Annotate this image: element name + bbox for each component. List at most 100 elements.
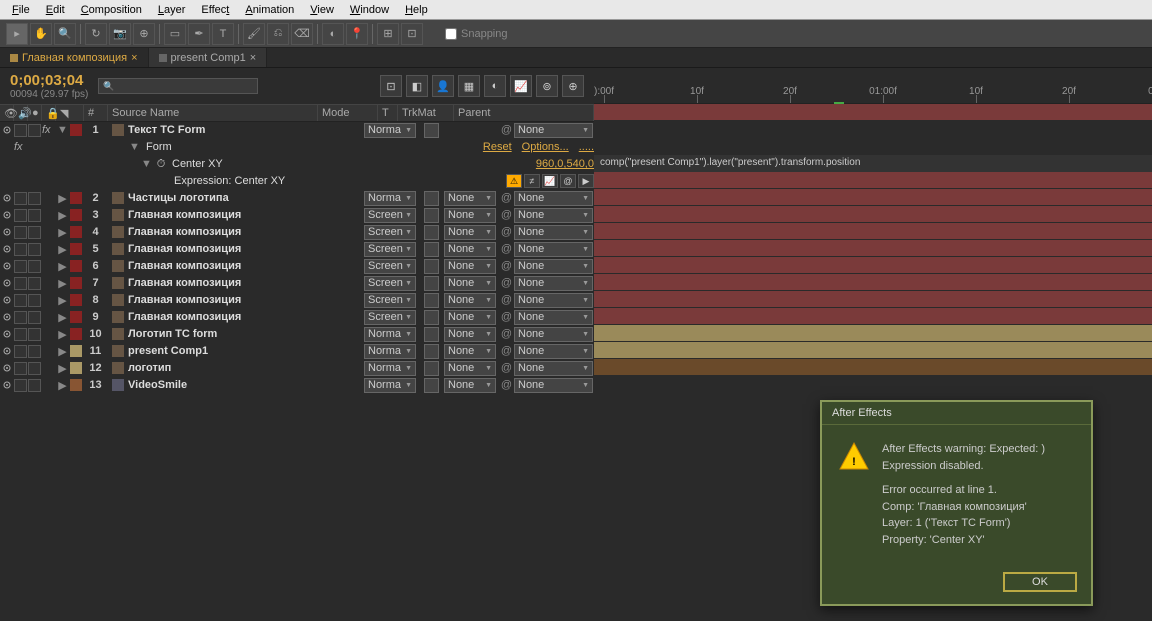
blend-mode-dropdown[interactable]: Norma▼ <box>364 191 416 206</box>
menu-effect[interactable]: Effect <box>193 2 237 18</box>
rect-tool[interactable]: ▭ <box>164 23 186 45</box>
layer-duration-bar[interactable] <box>594 291 1152 307</box>
lock-toggle[interactable] <box>42 190 56 206</box>
visibility-toggle[interactable] <box>0 343 14 359</box>
layer-name[interactable]: Главная композиция <box>108 241 364 257</box>
brain-button[interactable]: ⊚ <box>536 75 558 97</box>
ok-button[interactable]: OK <box>1003 572 1077 592</box>
layer-row[interactable]: ▶ 13 VideoSmile Norma▼ None▼ @ None▼ <box>0 377 594 394</box>
layer-row[interactable]: fx ▼ 1 Текст TC Form Norma▼ @ None▼ <box>0 122 594 139</box>
trkmat-dropdown[interactable]: None▼ <box>444 344 496 359</box>
trkmat-dropdown[interactable]: None▼ <box>444 259 496 274</box>
source-col-header[interactable]: Source Name <box>108 105 318 121</box>
twirl-icon[interactable]: ▶ <box>56 360 70 376</box>
clone-tool[interactable]: ⎌ <box>267 23 289 45</box>
twirl-icon[interactable]: ▶ <box>56 343 70 359</box>
eye-col-header[interactable]: 👁 <box>0 105 14 121</box>
solo-col-header[interactable]: ● <box>28 105 42 121</box>
trkmat-col-header[interactable]: TrkMat <box>398 105 454 121</box>
preserve-transparency[interactable] <box>424 327 439 342</box>
visibility-toggle[interactable] <box>0 377 14 393</box>
snapping-checkbox[interactable] <box>445 28 457 40</box>
menu-view[interactable]: View <box>302 2 342 18</box>
shy-button[interactable]: 👤 <box>432 75 454 97</box>
hand-tool[interactable]: ✋ <box>30 23 52 45</box>
visibility-toggle[interactable] <box>0 190 14 206</box>
lock-toggle[interactable] <box>42 326 56 342</box>
lock-col-header[interactable]: 🔒 <box>42 105 56 121</box>
reset-link[interactable]: Reset <box>483 141 512 153</box>
parent-dropdown[interactable]: None▼ <box>514 361 593 376</box>
num-col-header[interactable]: # <box>84 105 108 121</box>
roto-tool[interactable]: ◐ <box>322 23 344 45</box>
lock-toggle[interactable] <box>42 241 56 257</box>
label-color[interactable] <box>70 124 82 136</box>
menu-composition[interactable]: Composition <box>73 2 150 18</box>
label-color[interactable] <box>70 294 82 306</box>
trkmat-dropdown[interactable]: None▼ <box>444 293 496 308</box>
parent-dropdown[interactable]: None▼ <box>514 276 593 291</box>
layer-name[interactable]: Текст TC Form <box>108 122 364 138</box>
label-color[interactable] <box>70 311 82 323</box>
trkmat-dropdown[interactable]: None▼ <box>444 361 496 376</box>
menu-edit[interactable]: Edit <box>38 2 73 18</box>
visibility-toggle[interactable] <box>0 292 14 308</box>
layer-name[interactable]: VideoSmile <box>108 377 364 393</box>
blend-mode-dropdown[interactable]: Norma▼ <box>364 327 416 342</box>
layer-duration-bar[interactable] <box>594 223 1152 239</box>
selection-tool[interactable]: ▸ <box>6 23 28 45</box>
twirl-icon[interactable]: ▼ <box>140 156 154 172</box>
expression-text-field[interactable]: comp("present Comp1").layer("present").t… <box>594 155 1152 172</box>
graph-editor-button[interactable]: 📈 <box>510 75 532 97</box>
preserve-transparency[interactable] <box>424 344 439 359</box>
label-color[interactable] <box>70 345 82 357</box>
menu-layer[interactable]: Layer <box>150 2 194 18</box>
blend-mode-dropdown[interactable]: Screen▼ <box>364 259 416 274</box>
layer-duration-bar[interactable] <box>594 257 1152 273</box>
trkmat-dropdown[interactable]: None▼ <box>444 242 496 257</box>
layer-row[interactable]: ▶ 2 Частицы логотипа Norma▼ None▼ @ None… <box>0 190 594 207</box>
mode-col-header[interactable]: Mode <box>318 105 378 121</box>
pickwhip-icon[interactable]: @ <box>500 276 514 290</box>
layer-name[interactable]: Логотип TC form <box>108 326 364 342</box>
pickwhip-icon[interactable]: @ <box>500 208 514 222</box>
search-input[interactable]: 🔍 <box>98 78 258 94</box>
trkmat-dropdown[interactable]: None▼ <box>444 276 496 291</box>
blend-mode-dropdown[interactable]: Norma▼ <box>364 123 416 138</box>
layer-row[interactable]: ▶ 11 present Comp1 Norma▼ None▼ @ None▼ <box>0 343 594 360</box>
solo-toggle[interactable] <box>28 277 41 290</box>
layer-name[interactable]: Главная композиция <box>108 224 364 240</box>
preserve-transparency[interactable] <box>424 191 439 206</box>
layer-name[interactable]: логотип <box>108 360 364 376</box>
layer-row[interactable]: ▶ 4 Главная композиция Screen▼ None▼ @ N… <box>0 224 594 241</box>
layer-name[interactable]: present Comp1 <box>108 343 364 359</box>
twirl-icon[interactable]: ▶ <box>56 275 70 291</box>
audio-toggle[interactable] <box>14 209 27 222</box>
pickwhip-icon[interactable]: @ <box>500 259 514 273</box>
audio-toggle[interactable] <box>14 328 27 341</box>
visibility-toggle[interactable] <box>0 360 14 376</box>
lock-toggle[interactable] <box>42 309 56 325</box>
audio-toggle[interactable] <box>14 294 27 307</box>
layer-duration-bar[interactable] <box>594 274 1152 290</box>
preserve-transparency[interactable] <box>424 225 439 240</box>
stopwatch-icon[interactable]: ⏱ <box>154 158 168 171</box>
blend-mode-dropdown[interactable]: Norma▼ <box>364 378 416 393</box>
preserve-transparency[interactable] <box>424 123 439 138</box>
world-axis-tool[interactable]: ⊡ <box>401 23 423 45</box>
parent-col-header[interactable]: Parent <box>454 105 594 121</box>
eraser-tool[interactable]: ⌫ <box>291 23 313 45</box>
t-col-header[interactable]: T <box>378 105 398 121</box>
blend-mode-dropdown[interactable]: Screen▼ <box>364 242 416 257</box>
visibility-toggle[interactable] <box>0 241 14 257</box>
time-ruler[interactable]: ):00f10f20f01:00f10f20f02:00f <box>594 68 1152 104</box>
comp-flowchart-button[interactable]: ⊡ <box>380 75 402 97</box>
trkmat-dropdown[interactable]: None▼ <box>444 208 496 223</box>
parent-dropdown[interactable]: None▼ <box>514 208 593 223</box>
about-link[interactable]: ..... <box>579 141 594 153</box>
layer-name[interactable]: Главная композиция <box>108 292 364 308</box>
twirl-icon[interactable]: ▶ <box>56 207 70 223</box>
local-axis-tool[interactable]: ⊞ <box>377 23 399 45</box>
parent-dropdown[interactable]: None▼ <box>514 242 593 257</box>
parent-dropdown[interactable]: None▼ <box>514 344 593 359</box>
